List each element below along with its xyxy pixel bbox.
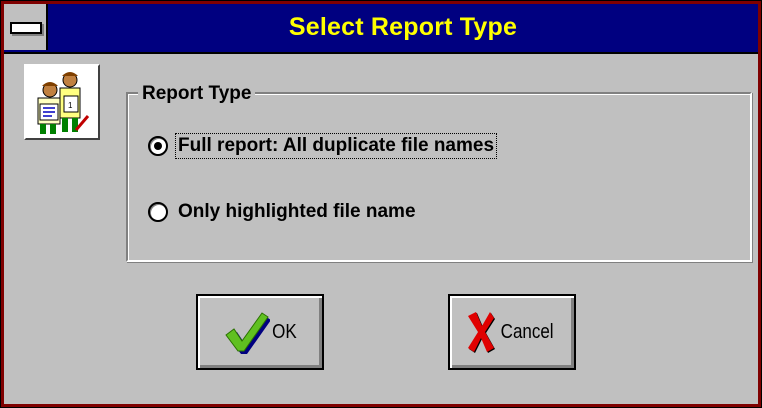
window-title: Select Report Type: [288, 13, 518, 41]
ok-button[interactable]: OK: [196, 294, 324, 370]
people-report-icon: 1: [24, 64, 100, 140]
system-menu-icon[interactable]: [4, 4, 48, 50]
checkmark-icon: [224, 312, 270, 354]
cancel-button-label: Cancel: [500, 320, 554, 343]
report-type-group: [126, 92, 752, 262]
radio-highlighted-only[interactable]: Only highlighted file name: [148, 198, 418, 226]
report-type-legend: Report Type: [138, 82, 256, 106]
red-x-icon: [467, 312, 495, 353]
radio-highlighted-only-label: Only highlighted file name: [178, 201, 416, 222]
radio-button[interactable]: [148, 202, 168, 222]
title-bar[interactable]: Select Report Type: [4, 4, 758, 54]
radio-full-report[interactable]: Full report: All duplicate file names: [148, 132, 498, 160]
dialog-window: Select Report Type 1 Report Type Full re…: [0, 0, 762, 408]
cancel-button[interactable]: Cancel: [448, 294, 576, 370]
ok-button-label: OK: [271, 320, 297, 343]
radio-button-selected[interactable]: [148, 136, 168, 156]
svg-text:1: 1: [68, 101, 73, 110]
radio-full-report-label: Full report: All duplicate file names: [174, 133, 498, 159]
